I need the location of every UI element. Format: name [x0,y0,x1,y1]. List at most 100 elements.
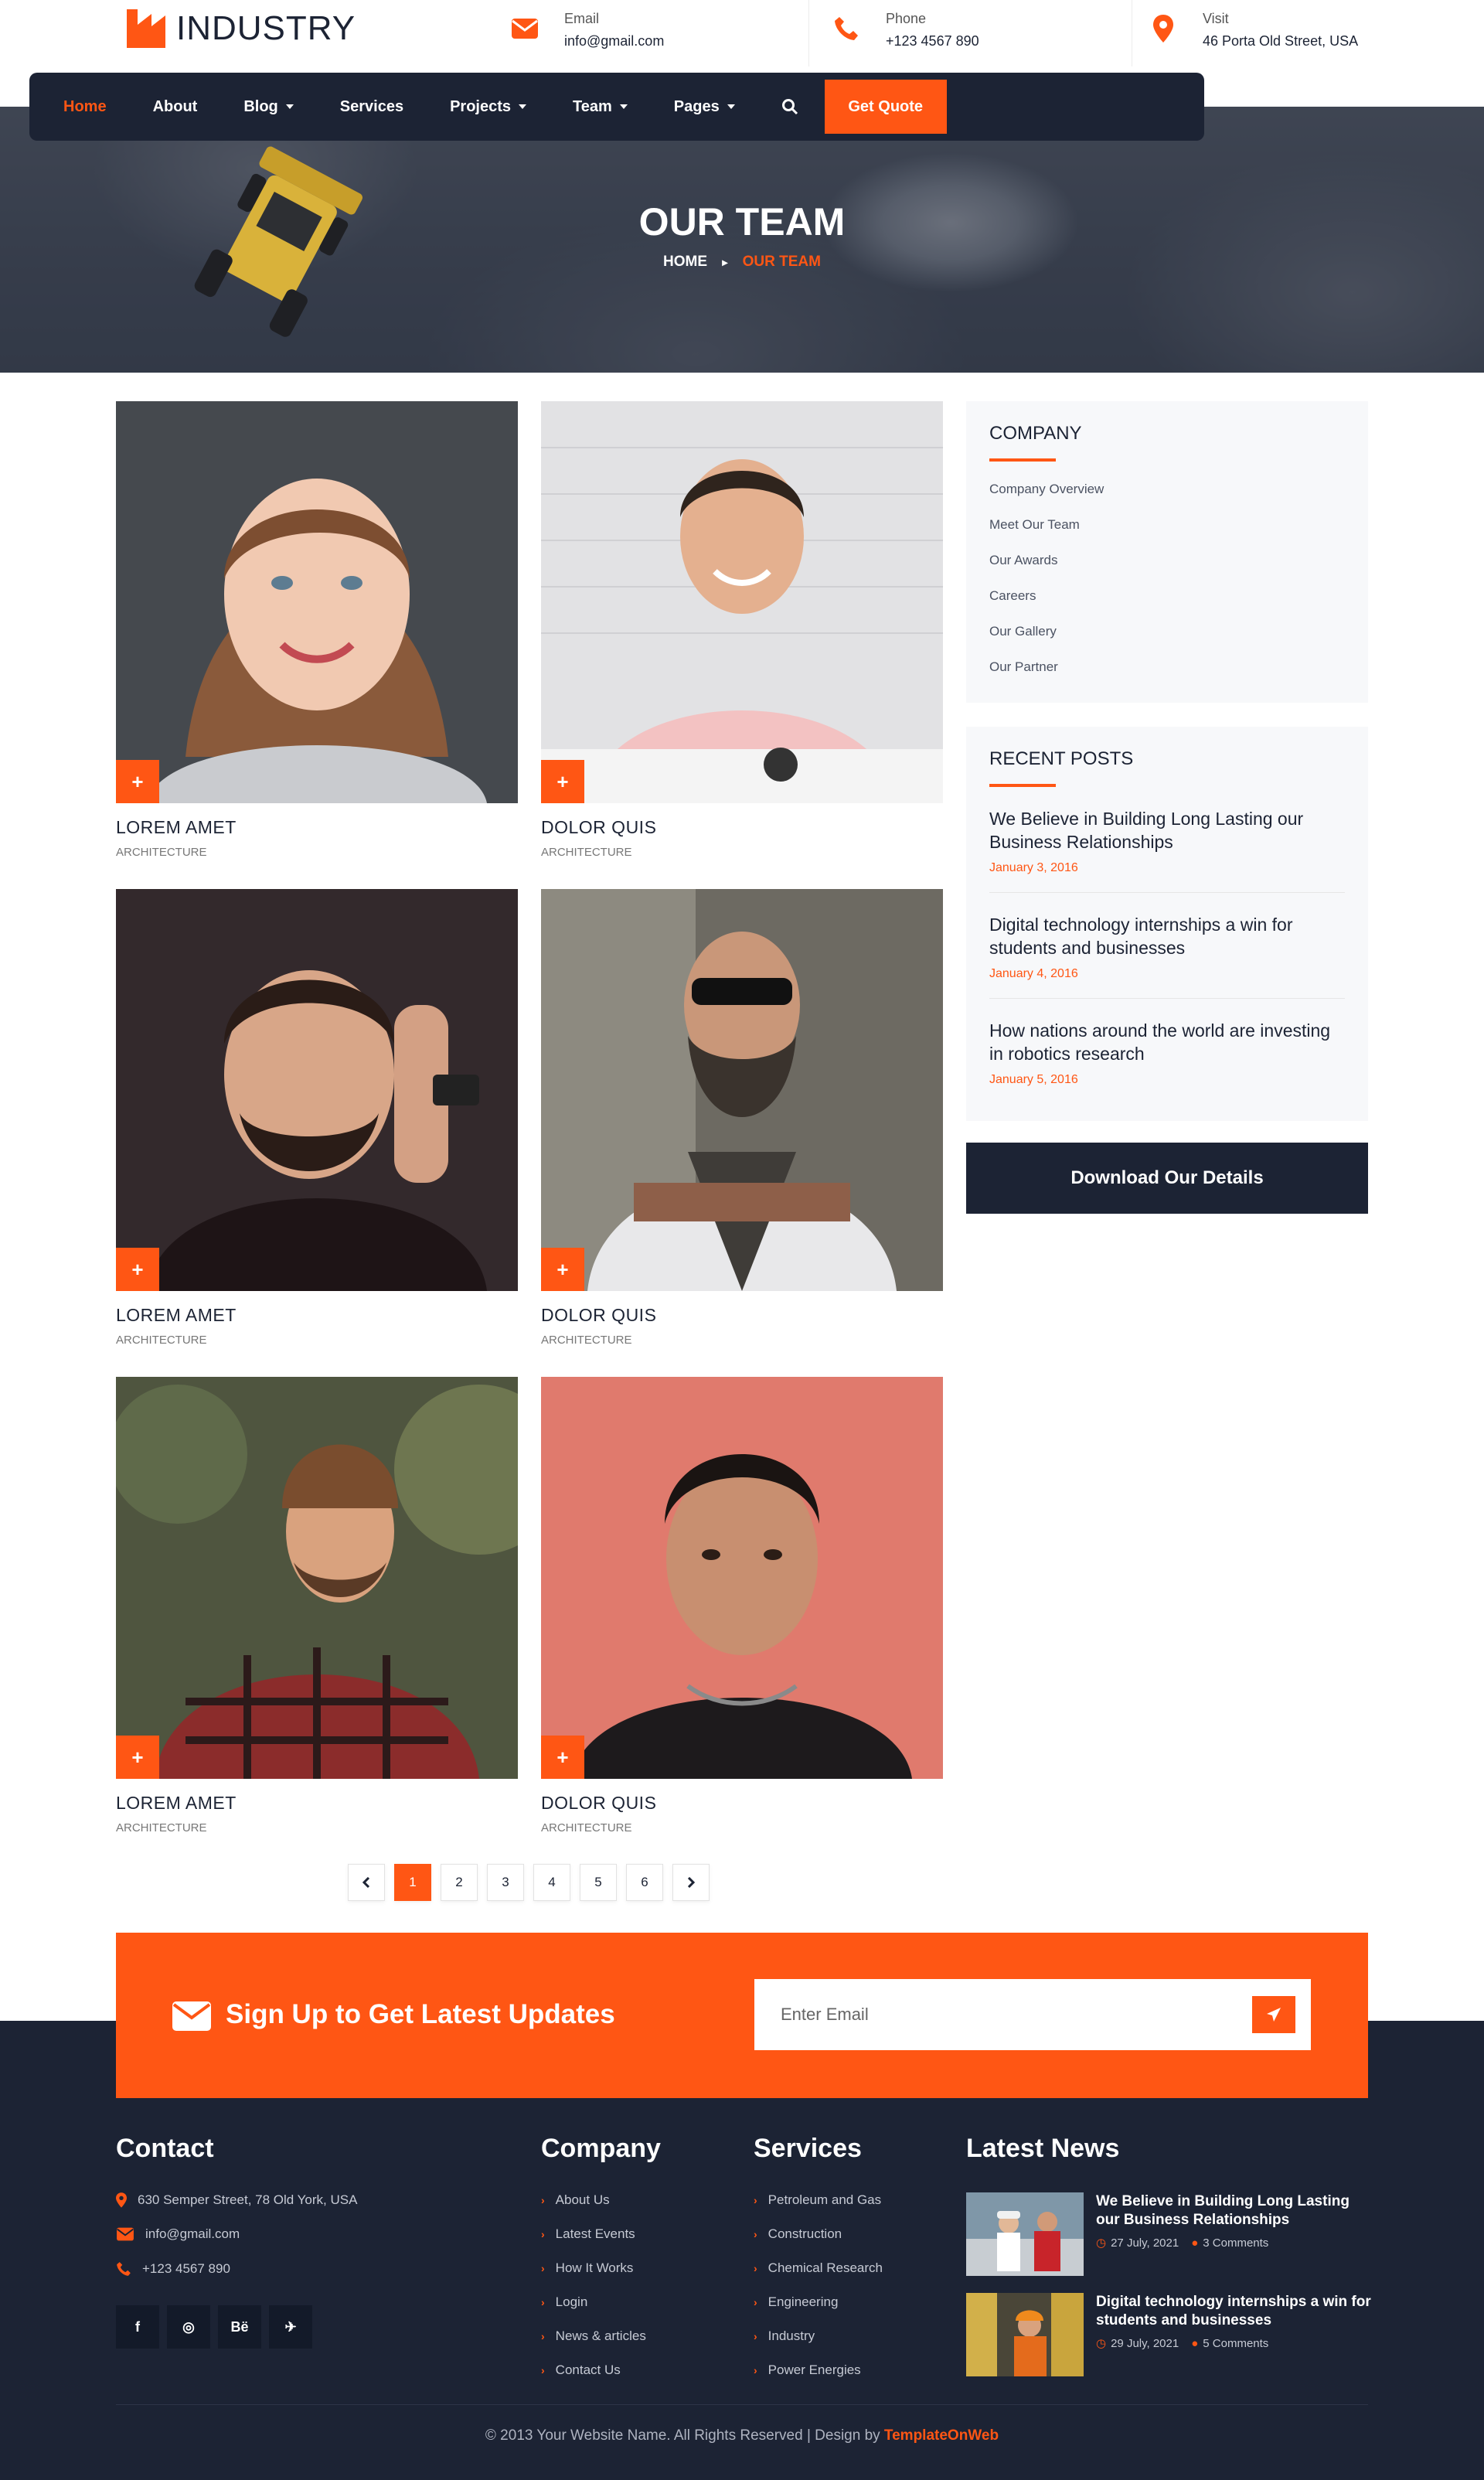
search-icon[interactable] [781,98,798,115]
footer-link[interactable]: › Petroleum and Gas [754,2192,881,2208]
footer-link[interactable]: › Login [541,2294,587,2310]
team-card: + DOLOR QUIS ARCHITECTURE [541,1377,943,1834]
nav-item-about[interactable]: About [153,98,198,116]
recent-post-title[interactable]: We Believe in Building Long Lasting our … [989,807,1345,853]
footer-email-text[interactable]: info@gmail.com [145,2226,240,2242]
news-thumbnail[interactable] [966,2293,1084,2376]
page-link-1[interactable]: 1 [394,1864,431,1901]
newsletter-email-input[interactable]: Enter Email [754,1979,1311,2050]
footer-link-label: Power Energies [768,2362,861,2377]
team-member-photo[interactable]: + [116,1377,518,1779]
member-name[interactable]: DOLOR QUIS [541,1305,943,1326]
sidebar-link[interactable]: Our Awards [989,553,1345,568]
news-comments[interactable]: 5 Comments [1203,2337,1268,2350]
footer-link[interactable]: › Industry [754,2328,815,2344]
add-icon[interactable]: + [116,1248,159,1291]
title-underline [989,458,1056,462]
sidebar-link[interactable]: Our Gallery [989,624,1345,639]
designer-link[interactable]: TemplateOnWeb [884,2427,999,2444]
behance-icon[interactable]: Bë [218,2305,261,2349]
footer-link-label: Chemical Research [768,2260,883,2275]
signup-heading: Sign Up to Get Latest Updates [226,1999,615,2029]
add-icon[interactable]: + [541,760,584,803]
sidebar-link[interactable]: Our Partner [989,659,1345,675]
add-icon[interactable]: + [116,760,159,803]
nav-item-services[interactable]: Services [340,98,403,116]
member-name[interactable]: DOLOR QUIS [541,1793,943,1814]
download-details-button[interactable]: Download Our Details [966,1143,1368,1214]
team-member-photo[interactable]: + [541,889,943,1291]
news-comments[interactable]: 3 Comments [1203,2236,1268,2250]
footer-link[interactable]: › Chemical Research [754,2260,883,2276]
contact-address: Visit 46 Porta Old Street, USA [1145,8,1358,53]
brand-logo[interactable]: INDUSTRY [127,9,356,48]
footer-link[interactable]: › Engineering [754,2294,838,2310]
nav-item-pages[interactable]: Pages [674,98,735,116]
team-card: + DOLOR QUIS ARCHITECTURE [541,889,943,1347]
page-link-2[interactable]: 2 [441,1864,478,1901]
prev-page-icon[interactable] [348,1864,385,1901]
sidebar-link[interactable]: Careers [989,588,1345,604]
add-icon[interactable]: + [541,1736,584,1779]
add-icon[interactable]: + [116,1736,159,1779]
nav-item-projects[interactable]: Projects [450,97,527,116]
news-thumbnail[interactable] [966,2192,1084,2276]
footer-link[interactable]: › Latest Events [541,2226,635,2242]
footer-link-label: How It Works [555,2260,634,2275]
member-name[interactable]: LOREM AMET [116,1793,518,1814]
team-member-photo[interactable]: + [116,401,518,803]
chevron-right-icon: › [754,2228,757,2240]
page-link-4[interactable]: 4 [533,1864,570,1901]
page-link-3[interactable]: 3 [487,1864,524,1901]
news-title[interactable]: We Believe in Building Long Lasting our … [1096,2192,1374,2230]
member-role: ARCHITECTURE [541,1334,632,1347]
breadcrumb-home-link[interactable]: HOME [663,254,707,270]
comment-icon: ● [1191,2336,1199,2350]
nav-item-blog[interactable]: Blog [243,98,294,116]
recent-post-title[interactable]: Digital technology internships a win for… [989,913,1345,959]
team-member-photo[interactable]: + [541,401,943,803]
footer-phone-text[interactable]: +123 4567 890 [142,2261,230,2277]
title-underline [989,784,1056,787]
footer-link[interactable]: › Construction [754,2226,842,2242]
facebook-icon[interactable]: f [116,2305,159,2349]
map-pin-icon [1145,11,1181,46]
sidebar-link[interactable]: Meet Our Team [989,517,1345,533]
next-page-icon[interactable] [672,1864,710,1901]
add-icon[interactable]: + [541,1248,584,1291]
footer-link[interactable]: › News & articles [541,2328,646,2344]
footer-link[interactable]: › How It Works [541,2260,633,2276]
nav-label: Projects [450,97,512,115]
team-member-photo[interactable]: + [541,1377,943,1779]
chevron-right-icon: › [541,2364,545,2376]
team-card: + DOLOR QUIS ARCHITECTURE [541,401,943,859]
team-member-photo[interactable]: + [116,889,518,1291]
footer-link[interactable]: › Contact Us [541,2362,621,2378]
contact-phone: Phone +123 4567 890 [829,8,979,53]
nav-item-team[interactable]: Team [573,98,628,116]
instagram-icon[interactable]: ◎ [167,2305,210,2349]
member-name[interactable]: LOREM AMET [116,1305,518,1326]
footer-news-title: Latest News [966,2134,1120,2163]
footer-link[interactable]: › About Us [541,2192,610,2208]
nav-item-home[interactable]: Home [63,98,107,116]
company-widget: COMPANY Company Overview Meet Our Team O… [966,401,1368,703]
page-link-6[interactable]: 6 [626,1864,663,1901]
recent-post: Digital technology internships a win for… [989,913,1345,999]
news-title[interactable]: Digital technology internships a win for… [1096,2293,1374,2330]
member-name[interactable]: LOREM AMET [116,817,518,838]
member-role: ARCHITECTURE [116,1821,207,1834]
contact-value[interactable]: +123 4567 890 [886,29,979,53]
footer-address: 630 Semper Street, 78 Old York, USA [116,2192,357,2208]
member-name[interactable]: DOLOR QUIS [541,817,943,838]
contact-label: Phone [886,11,927,26]
send-icon[interactable] [1252,1996,1295,2033]
sidebar-link[interactable]: Company Overview [989,482,1345,497]
twitter-icon[interactable]: ✈ [269,2305,312,2349]
recent-post-title[interactable]: How nations around the world are investi… [989,1019,1345,1065]
get-quote-button[interactable]: Get Quote [824,80,947,134]
footer-link[interactable]: › Power Energies [754,2362,861,2378]
contact-value: 46 Porta Old Street, USA [1203,33,1359,49]
page-link-5[interactable]: 5 [580,1864,617,1901]
contact-value[interactable]: info@gmail.com [564,29,664,53]
